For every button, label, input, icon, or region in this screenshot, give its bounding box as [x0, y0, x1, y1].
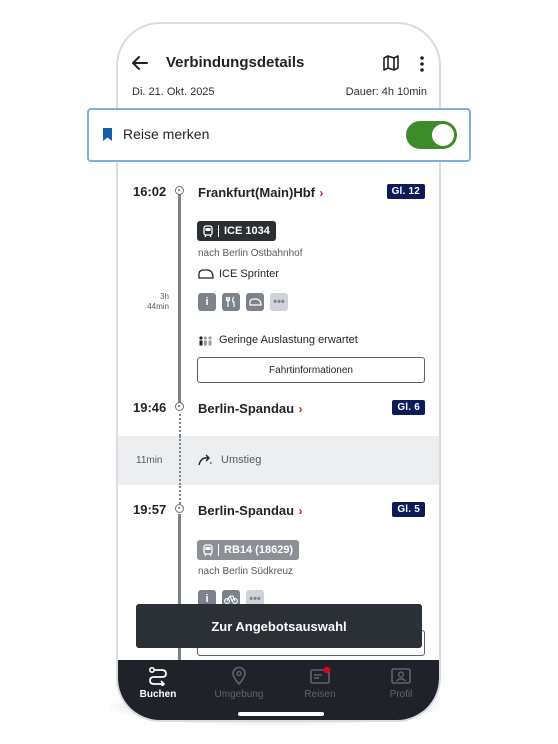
nav-umgebung-label: Umgebung [214, 689, 264, 700]
travel-duration: Dauer: 4h 10min [345, 86, 427, 98]
info-icon: i [198, 293, 216, 311]
profile-icon [391, 668, 411, 684]
ticket-icon [310, 666, 331, 684]
leg2-train-name: RB14 (18629) [224, 544, 294, 556]
leg2-train-badge[interactable]: RB14 (18629) [197, 540, 300, 560]
nav-buchen[interactable]: Buchen [118, 660, 198, 710]
chevron-right-icon: › [298, 402, 303, 416]
bistro-icon [222, 293, 240, 311]
offer-selection-button[interactable]: Zur Angebotsauswahl [136, 604, 422, 648]
location-pin-icon [232, 666, 246, 686]
train-icon [203, 543, 213, 556]
stop2-time: 19:46 [133, 400, 167, 415]
occupancy-text: Geringe Auslastung erwartet [219, 334, 358, 346]
more-vertical-icon[interactable] [418, 54, 426, 74]
nav-profil[interactable]: Profil [361, 660, 439, 710]
nav-reisen[interactable]: Reisen [280, 660, 360, 710]
stop3-station-name: Berlin-Spandau [198, 503, 295, 518]
stop1-time: 16:02 [133, 184, 167, 199]
stop3-platform: Gl. 5 [392, 502, 425, 517]
stop3-time: 19:57 [133, 502, 167, 517]
leg1-duration-minutes: 44min [147, 302, 169, 311]
transfer-duration: 11min [136, 455, 163, 466]
trip-info-button[interactable]: Fahrtinformationen [197, 357, 425, 383]
transfer-section [118, 436, 439, 485]
train-icon [203, 224, 213, 237]
leg1-product: ICE Sprinter [219, 268, 279, 280]
stop2-platform: Gl. 6 [392, 400, 425, 415]
train-type-icon [246, 293, 264, 311]
stop1-platform: Gl. 12 [386, 184, 425, 199]
stop2-station-name: Berlin-Spandau [198, 401, 295, 416]
chevron-right-icon: › [319, 186, 324, 200]
nav-umgebung[interactable]: Umgebung [199, 660, 279, 710]
transfer-icon [198, 454, 213, 466]
leg1-direction: nach Berlin Ostbahnhof [198, 248, 303, 259]
save-trip-toggle[interactable] [406, 121, 457, 149]
toggle-knob [432, 124, 454, 146]
chevron-right-icon: › [298, 504, 303, 518]
stop2-station[interactable]: Berlin-Spandau › [198, 400, 303, 418]
page-title: Verbindungsdetails [166, 54, 305, 71]
stop2-marker [175, 402, 184, 411]
occupancy-icon [199, 336, 212, 346]
route-icon [148, 666, 167, 686]
leg1-train-badge[interactable]: ICE 1034 [197, 221, 276, 241]
stop1-station[interactable]: Frankfurt(Main)Hbf › [198, 184, 323, 202]
leg1-train-name: ICE 1034 [224, 225, 270, 237]
ice-sprinter-icon [198, 269, 214, 279]
more-amenities-icon[interactable]: ••• [270, 293, 288, 311]
home-indicator [238, 712, 324, 716]
transfer-label: Umstieg [221, 454, 262, 466]
leg1-line [178, 194, 181, 406]
bookmark-icon [103, 128, 112, 141]
notification-dot-icon [323, 666, 331, 674]
back-arrow-icon[interactable] [130, 53, 150, 73]
nav-buchen-label: Buchen [139, 689, 177, 700]
save-trip-row[interactable]: Reise merken [87, 108, 471, 162]
nav-reisen-label: Reisen [304, 689, 336, 700]
stop1-marker [175, 186, 184, 195]
travel-date: Di. 21. Okt. 2025 [132, 86, 215, 98]
stop1-station-name: Frankfurt(Main)Hbf [198, 185, 315, 200]
save-trip-label: Reise merken [123, 126, 210, 142]
transfer-line-overlay [178, 436, 183, 485]
leg1-duration-hours: 3h [160, 292, 169, 301]
stop3-marker [175, 504, 184, 513]
leg2-direction: nach Berlin Südkreuz [198, 566, 294, 577]
map-icon[interactable] [382, 54, 400, 72]
nav-profil-label: Profil [389, 689, 413, 700]
stop3-station[interactable]: Berlin-Spandau › [198, 502, 303, 520]
